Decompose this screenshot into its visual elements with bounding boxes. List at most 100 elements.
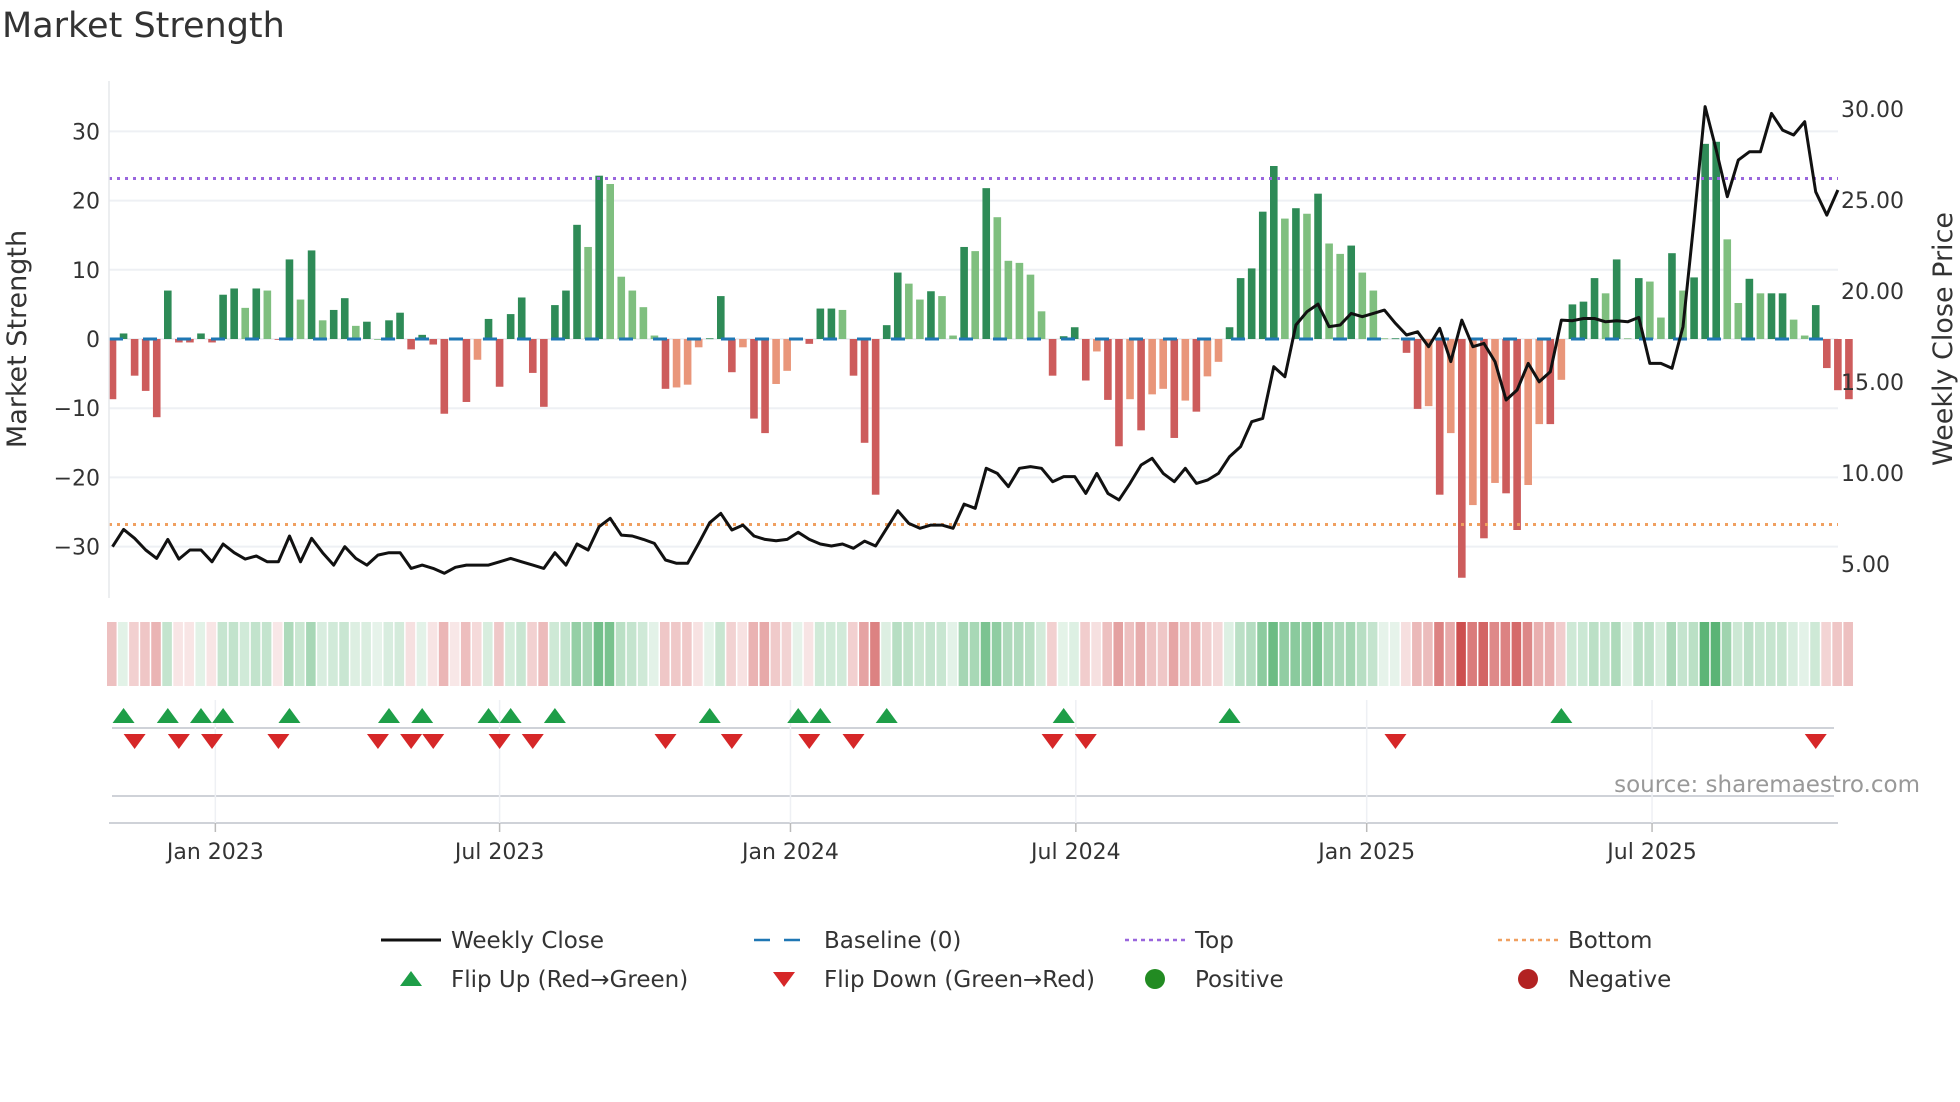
strength-bar bbox=[506, 314, 515, 339]
heat-strip-cell bbox=[1478, 622, 1488, 686]
strength-bar bbox=[1480, 339, 1488, 539]
heat-strip-cell bbox=[1058, 622, 1068, 686]
heat-strip-cell bbox=[958, 622, 969, 686]
strength-bar bbox=[1646, 281, 1654, 339]
flip-down-marker bbox=[521, 734, 544, 749]
heat-strip-cell bbox=[162, 622, 172, 686]
heat-strip-cell bbox=[1611, 622, 1621, 686]
heat-strip-cell bbox=[1080, 622, 1090, 686]
heat-strip-cell bbox=[881, 622, 891, 686]
strength-bar bbox=[1800, 335, 1809, 339]
heat-strip-cell bbox=[505, 622, 515, 686]
heat-strip-cell bbox=[1312, 622, 1323, 686]
heat-strip-cell bbox=[715, 622, 725, 686]
flip-down-marker bbox=[267, 734, 290, 749]
heat-strip-cell bbox=[1157, 622, 1168, 686]
flip-up-marker bbox=[875, 708, 898, 723]
strength-bar bbox=[396, 312, 404, 339]
strength-bar bbox=[783, 339, 791, 371]
flip-up-marker bbox=[189, 708, 212, 723]
heat-strip-cell bbox=[516, 622, 526, 686]
heat-strip-cell bbox=[1091, 622, 1101, 686]
heat-strip-cell bbox=[1743, 622, 1754, 686]
strength-bar bbox=[1723, 239, 1732, 339]
strength-bar bbox=[1236, 278, 1245, 339]
strength-bar bbox=[329, 309, 338, 339]
x-tick-label: Jul 2023 bbox=[453, 840, 545, 865]
flip-down-marker bbox=[201, 734, 224, 749]
strength-bar bbox=[1767, 293, 1776, 339]
heat-strip-cell bbox=[1334, 622, 1345, 686]
flip-down-marker bbox=[366, 734, 389, 749]
heat-strip-cell bbox=[350, 622, 360, 686]
heat-strip-cell bbox=[693, 622, 703, 686]
flip-up-marker bbox=[411, 708, 434, 723]
heat-strip-cell bbox=[803, 622, 814, 686]
strength-bar bbox=[982, 188, 991, 339]
heat-strip-cell bbox=[1168, 622, 1179, 686]
y2-tick-label: 15.00 bbox=[1841, 371, 1904, 396]
strength-bar bbox=[1048, 339, 1057, 376]
strength-bar bbox=[838, 309, 847, 339]
legend: Weekly Close Baseline (0) Top Bottom Flip Up… bbox=[381, 928, 1671, 993]
heat-strip-cell bbox=[1644, 622, 1654, 686]
strength-bar bbox=[1225, 327, 1234, 339]
x-tick-label: Jan 2023 bbox=[165, 840, 264, 865]
heat-strip-cell bbox=[372, 622, 382, 686]
heat-strip-cell bbox=[129, 622, 139, 686]
y-tick-label: 20 bbox=[72, 190, 100, 215]
strength-bar bbox=[606, 183, 614, 339]
strength-bar bbox=[1004, 260, 1013, 339]
strength-bar bbox=[893, 272, 902, 339]
strength-bar bbox=[528, 339, 537, 373]
flip-down-marker bbox=[488, 734, 511, 749]
legend-item: Flip Down (Green→Red) bbox=[773, 967, 1095, 993]
strength-bar bbox=[296, 299, 305, 339]
strength-bar bbox=[728, 339, 736, 373]
y-tick-label: −20 bbox=[54, 466, 100, 491]
heat-strip-cell bbox=[1821, 622, 1831, 686]
heat-strip-cell bbox=[1290, 622, 1300, 686]
heat-strip-cell bbox=[449, 622, 460, 686]
heat-strip-cell bbox=[1810, 622, 1820, 686]
strength-bar bbox=[1458, 339, 1466, 578]
y2-tick-label: 5.00 bbox=[1841, 553, 1890, 578]
heat-strip-cell bbox=[903, 622, 913, 686]
heat-strip-cell bbox=[151, 622, 161, 686]
strength-bar bbox=[130, 339, 139, 376]
heat-strip-cell bbox=[1135, 622, 1146, 686]
source-label: source: sharemaestro.com bbox=[1614, 772, 1920, 798]
heat-strip-cell bbox=[295, 622, 305, 686]
flip-up-marker bbox=[1052, 708, 1075, 723]
heat-strip-cell bbox=[1788, 622, 1798, 686]
strength-bar bbox=[1469, 339, 1477, 506]
heat-strip-cell bbox=[1843, 622, 1853, 686]
strength-bar bbox=[263, 290, 272, 339]
heat-strip-cell bbox=[1301, 622, 1312, 686]
strength-bar bbox=[816, 308, 825, 339]
strength-bar bbox=[1170, 339, 1179, 438]
heat-strip-cell bbox=[261, 622, 272, 686]
strength-bar bbox=[584, 246, 592, 339]
heat-strip-cell bbox=[892, 622, 902, 686]
strength-bar bbox=[1424, 339, 1433, 407]
strength-bar bbox=[1148, 339, 1156, 395]
heat-strip-cell bbox=[118, 622, 128, 686]
strength-bar bbox=[363, 321, 371, 339]
strength-bar bbox=[1623, 338, 1632, 340]
strength-bar bbox=[672, 339, 681, 388]
heat-strip-cell bbox=[1224, 622, 1234, 686]
y2-tick-label: 10.00 bbox=[1841, 462, 1904, 487]
heat-strip-cell bbox=[1500, 622, 1511, 686]
heat-strip-cell bbox=[1345, 622, 1356, 686]
heat-strip-cell bbox=[195, 622, 206, 686]
heat-strip-cell bbox=[1124, 622, 1135, 686]
heat-strip-cell bbox=[228, 622, 239, 686]
legend-label: Flip Down (Green→Red) bbox=[824, 967, 1095, 993]
heat-strip-cell bbox=[836, 622, 847, 686]
y2-tick-label: 30.00 bbox=[1841, 98, 1904, 123]
x-tick-label: Jul 2025 bbox=[1605, 840, 1697, 865]
strength-bar bbox=[473, 339, 482, 360]
y-tick-label: −30 bbox=[54, 536, 100, 561]
heat-strip-cell bbox=[1566, 622, 1577, 686]
